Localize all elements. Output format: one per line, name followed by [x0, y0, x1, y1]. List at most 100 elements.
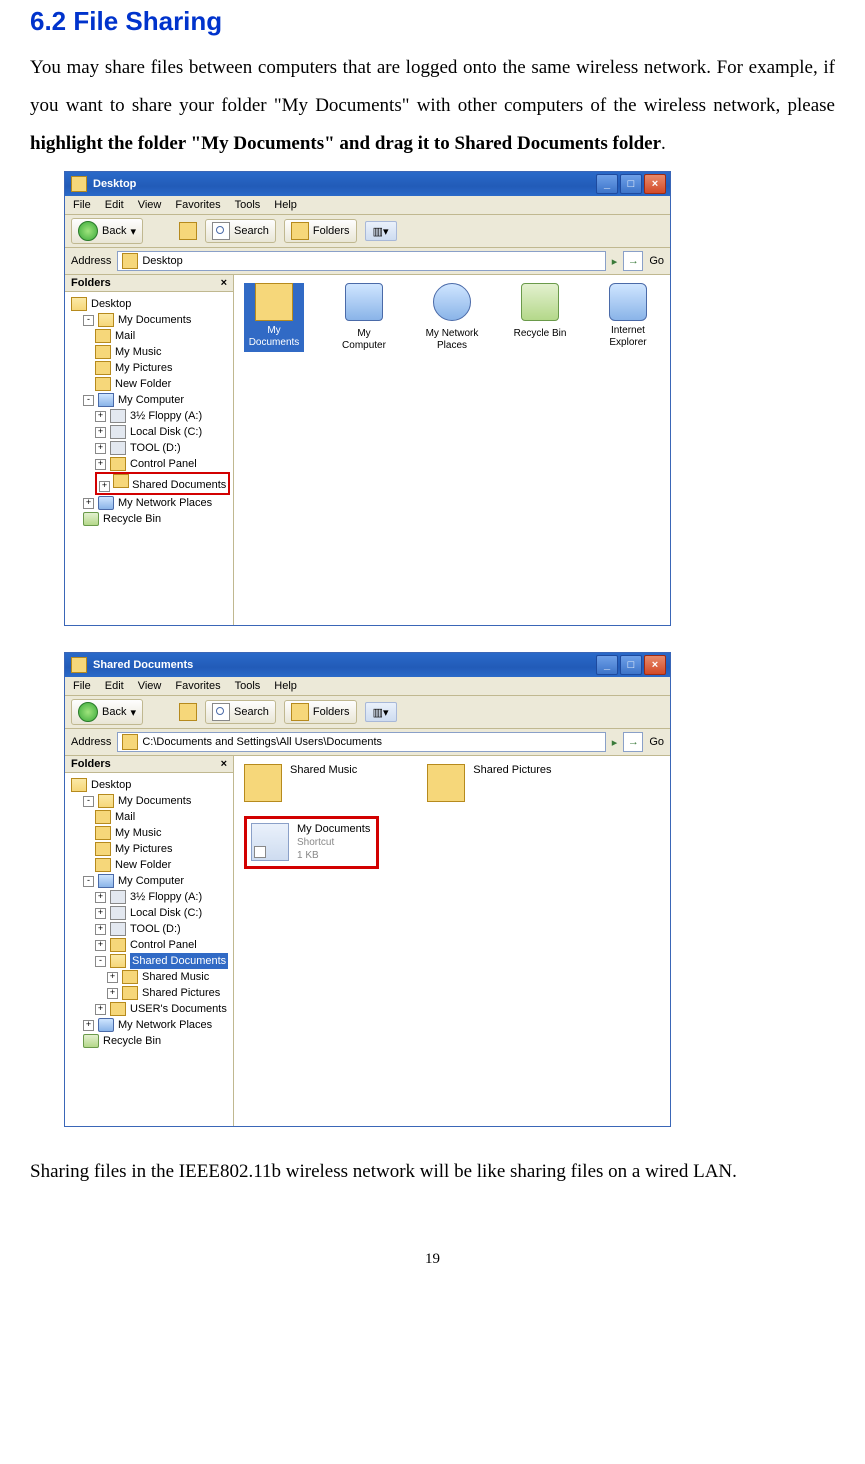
expand-icon[interactable]: + [107, 972, 118, 983]
titlebar[interactable]: Desktop _ □ × [65, 172, 670, 196]
tree-networkplaces[interactable]: My Network Places [118, 1017, 212, 1033]
tree-floppy[interactable]: 3½ Floppy (A:) [130, 408, 202, 424]
views-button[interactable]: ▥▾ [365, 221, 397, 241]
search-button[interactable]: Search [205, 219, 276, 243]
views-button[interactable]: ▥▾ [365, 702, 397, 722]
folders-pane-close[interactable]: × [221, 758, 227, 770]
tree-usersdocs[interactable]: USER's Documents [130, 1001, 227, 1017]
tree-shareddocs-selected[interactable]: Shared Documents [130, 953, 228, 969]
maximize-button[interactable]: □ [620, 174, 642, 194]
collapse-icon[interactable]: - [83, 315, 94, 326]
menu-tools[interactable]: Tools [235, 680, 261, 692]
go-button[interactable]: → [623, 732, 643, 752]
icon-my-network-places[interactable]: My Network Places [424, 283, 480, 352]
tree-shareddocs[interactable]: Shared Documents [132, 479, 226, 491]
icon-recycle-bin[interactable]: Recycle Bin [512, 283, 568, 352]
tree-sharedpictures[interactable]: Shared Pictures [142, 985, 220, 1001]
tile-shared-music[interactable]: Shared Music [244, 764, 357, 802]
minimize-button[interactable]: _ [596, 174, 618, 194]
tree-mycomputer[interactable]: My Computer [118, 392, 184, 408]
collapse-icon[interactable]: - [83, 796, 94, 807]
expand-icon[interactable]: + [95, 427, 106, 438]
menu-file[interactable]: File [73, 680, 91, 692]
address-input[interactable]: Desktop [117, 251, 605, 271]
tree-controlpanel[interactable]: Control Panel [130, 456, 197, 472]
back-button[interactable]: Back ▾ [71, 218, 143, 244]
expand-icon[interactable]: + [107, 988, 118, 999]
menu-tools[interactable]: Tools [235, 199, 261, 211]
go-button[interactable]: → [623, 251, 643, 271]
folders-pane-close[interactable]: × [221, 277, 227, 289]
expand-icon[interactable]: + [83, 498, 94, 509]
tree-tool[interactable]: TOOL (D:) [130, 921, 181, 937]
menu-help[interactable]: Help [274, 199, 297, 211]
tree-mydocs[interactable]: My Documents [118, 793, 191, 809]
tree-mycomputer[interactable]: My Computer [118, 873, 184, 889]
tree-mymusic[interactable]: My Music [115, 344, 161, 360]
tree-mypictures[interactable]: My Pictures [115, 360, 172, 376]
minimize-button[interactable]: _ [596, 655, 618, 675]
icon-my-documents[interactable]: My Documents [244, 283, 304, 352]
expand-icon[interactable]: + [95, 411, 106, 422]
content-area[interactable]: Shared Music Shared Pictures My Document… [234, 756, 670, 1126]
tree-recyclebin[interactable]: Recycle Bin [103, 1033, 161, 1049]
tree-localdisk[interactable]: Local Disk (C:) [130, 905, 202, 921]
maximize-button[interactable]: □ [620, 655, 642, 675]
expand-icon[interactable]: + [95, 892, 106, 903]
tree-newfolder[interactable]: New Folder [115, 376, 171, 392]
menu-edit[interactable]: Edit [105, 199, 124, 211]
tree-sharedmusic[interactable]: Shared Music [142, 969, 209, 985]
address-input[interactable]: C:\Documents and Settings\All Users\Docu… [117, 732, 605, 752]
tree-mail[interactable]: Mail [115, 809, 135, 825]
icon-internet-explorer[interactable]: Internet Explorer [600, 283, 656, 352]
expand-icon[interactable]: + [95, 443, 106, 454]
menu-help[interactable]: Help [274, 680, 297, 692]
folders-button[interactable]: Folders [284, 219, 357, 243]
tree-floppy[interactable]: 3½ Floppy (A:) [130, 889, 202, 905]
close-button[interactable]: × [644, 655, 666, 675]
collapse-icon[interactable]: - [83, 395, 94, 406]
up-button[interactable] [179, 222, 197, 240]
tree-desktop[interactable]: Desktop [91, 296, 131, 312]
close-button[interactable]: × [644, 174, 666, 194]
expand-icon[interactable]: + [95, 1004, 106, 1015]
folder-tree[interactable]: Desktop - My Documents Mail My Music My P… [65, 773, 233, 1053]
tree-localdisk[interactable]: Local Disk (C:) [130, 424, 202, 440]
tree-mail[interactable]: Mail [115, 328, 135, 344]
tree-controlpanel[interactable]: Control Panel [130, 937, 197, 953]
titlebar[interactable]: Shared Documents _ □ × [65, 653, 670, 677]
forward-button[interactable] [151, 221, 171, 241]
menu-view[interactable]: View [138, 680, 162, 692]
icon-my-computer[interactable]: My Computer [336, 283, 392, 352]
menu-favorites[interactable]: Favorites [175, 680, 220, 692]
tile-my-documents-shortcut[interactable]: My Documents Shortcut 1 KB [251, 823, 370, 862]
expand-icon[interactable]: + [95, 908, 106, 919]
expand-icon[interactable]: + [83, 1020, 94, 1031]
folders-button[interactable]: Folders [284, 700, 357, 724]
folder-tree[interactable]: Desktop - My Documents Mail My Music My P… [65, 292, 233, 531]
expand-icon[interactable]: + [95, 459, 106, 470]
expand-icon[interactable]: + [95, 940, 106, 951]
content-area[interactable]: My Documents My Computer My Network Plac… [234, 275, 670, 625]
up-button[interactable] [179, 703, 197, 721]
menu-view[interactable]: View [138, 199, 162, 211]
tree-mymusic[interactable]: My Music [115, 825, 161, 841]
expand-icon[interactable]: + [99, 481, 110, 492]
collapse-icon[interactable]: - [95, 956, 106, 967]
tree-mypictures[interactable]: My Pictures [115, 841, 172, 857]
tree-tool[interactable]: TOOL (D:) [130, 440, 181, 456]
menu-favorites[interactable]: Favorites [175, 199, 220, 211]
tree-recyclebin[interactable]: Recycle Bin [103, 511, 161, 527]
expand-icon[interactable]: + [95, 924, 106, 935]
menu-edit[interactable]: Edit [105, 680, 124, 692]
menu-file[interactable]: File [73, 199, 91, 211]
tree-mydocs[interactable]: My Documents [118, 312, 191, 328]
tree-networkplaces[interactable]: My Network Places [118, 495, 212, 511]
search-button[interactable]: Search [205, 700, 276, 724]
forward-button[interactable] [151, 702, 171, 722]
back-button[interactable]: Back ▾ [71, 699, 143, 725]
tile-shared-pictures[interactable]: Shared Pictures [427, 764, 551, 802]
tree-desktop[interactable]: Desktop [91, 777, 131, 793]
collapse-icon[interactable]: - [83, 876, 94, 887]
tree-newfolder[interactable]: New Folder [115, 857, 171, 873]
